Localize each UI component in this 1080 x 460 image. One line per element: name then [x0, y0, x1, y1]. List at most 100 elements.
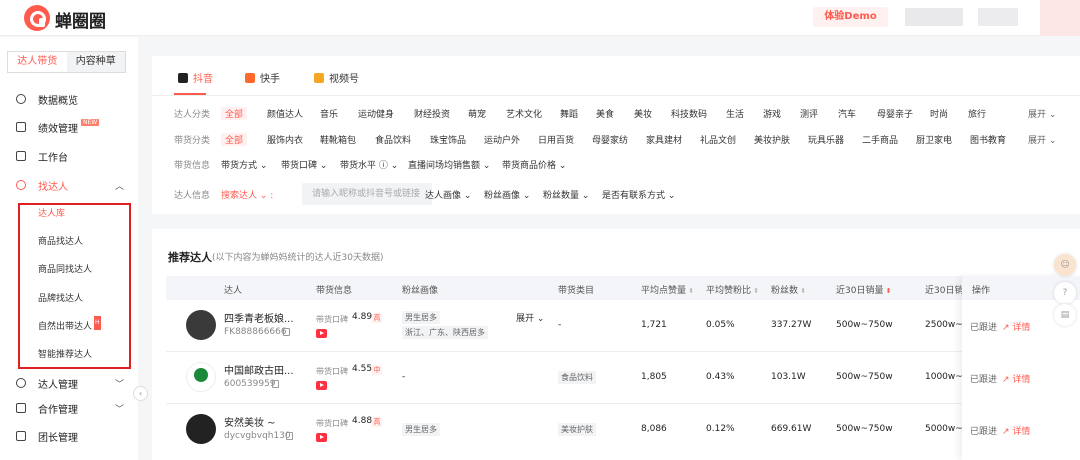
expand-category-button[interactable]: 展开 ⌄ — [1028, 107, 1056, 120]
tab-shipinhao[interactable]: 视频号 — [314, 70, 359, 85]
sales-30d-cell: 500w~750w — [836, 320, 893, 330]
sidebar-item-find-talent[interactable]: 找达人 ︿ — [16, 175, 128, 195]
tab-talent-sales[interactable]: 达人带货 — [8, 52, 67, 72]
table-row[interactable]: 安然美妆 ~ dycvgbvqh130 带货口碑 4.88 高 男生居多 美妆护… — [166, 404, 1070, 456]
filter-option[interactable]: 汽车 — [838, 107, 856, 120]
table-row[interactable]: 中国邮政古田... 600539959 带货口碑 4.55 中 - 食品饮料 1… — [166, 352, 1070, 404]
dropdown-has-contact[interactable]: 是否有联系方式 ⌄ — [602, 188, 675, 201]
logo-text[interactable]: 蝉圈圈 — [55, 7, 106, 32]
expand-fans-button[interactable]: 展开 ⌄ — [516, 311, 544, 324]
filter-option[interactable]: 母婴家纺 — [592, 133, 628, 146]
filter-option[interactable]: 游戏 — [763, 107, 781, 120]
sidebar-item-overview[interactable]: 数据概览 — [16, 89, 128, 109]
talent-name[interactable]: 安然美妆 ~ — [224, 414, 276, 429]
detail-link[interactable]: ↗ 详情 — [1002, 320, 1030, 333]
tab-kuaishou[interactable]: 快手 — [245, 70, 280, 85]
filter-option[interactable]: 财经投资 — [414, 107, 450, 120]
filter-option[interactable]: 美妆护肤 — [754, 133, 790, 146]
avatar[interactable] — [186, 362, 216, 392]
detail-link[interactable]: ↗ 详情 — [1002, 372, 1030, 385]
filter-option[interactable]: 运动健身 — [358, 107, 394, 120]
filter-option[interactable]: 美食 — [596, 107, 614, 120]
tab-douyin[interactable]: 抖音 — [178, 70, 213, 85]
dropdown-talent-profile[interactable]: 达人画像 ⌄ — [425, 188, 471, 201]
account-info-blurred[interactable] — [905, 8, 963, 26]
filter-option[interactable]: 萌宠 — [468, 107, 486, 120]
dropdown-goods-price[interactable]: 带货商品价格 ⌄ — [502, 158, 566, 171]
logo-icon[interactable] — [24, 5, 50, 31]
dropdown-live-sales[interactable]: 直播间场均销售额 ⌄ — [408, 158, 490, 171]
filter-option[interactable]: 珠宝饰品 — [430, 133, 466, 146]
dropdown-fan-profile[interactable]: 粉丝画像 ⌄ — [484, 188, 530, 201]
filter-option[interactable]: 全部 — [221, 133, 248, 146]
filter-option[interactable]: 母婴亲子 — [877, 107, 913, 120]
sidebar-subitem-find-by-brand[interactable]: 品牌找达人 — [38, 292, 83, 306]
sidebar-subitem-find-by-similar-product[interactable]: 商品同找达人 — [38, 263, 92, 277]
table-row[interactable]: 四季青老板娘... FK888866666 带货口碑 4.89 高 男生居多 浙… — [166, 300, 1070, 352]
sidebar-item-performance[interactable]: 绩效管理 NEW — [16, 117, 128, 137]
dropdown-goods-method[interactable]: 带货方式 ⌄ — [221, 158, 267, 171]
talent-name[interactable]: 中国邮政古田... — [224, 362, 294, 377]
search-input[interactable]: 请输入昵称或抖音号或链接 — [302, 183, 432, 205]
column-header-sortable[interactable]: 平均赞粉比 — [706, 283, 759, 296]
sidebar-subitem-smart-recommend[interactable]: 智能推荐达人 — [38, 348, 92, 362]
filter-option[interactable]: 生活 — [726, 107, 744, 120]
expand-goods-category-button[interactable]: 展开 ⌄ — [1028, 133, 1056, 146]
filter-option[interactable]: 厨卫家电 — [916, 133, 952, 146]
collapse-sidebar-button[interactable]: ‹ — [133, 386, 148, 401]
sidebar-item-talent-manage[interactable]: 达人管理 ﹀ — [16, 373, 128, 393]
filter-option[interactable]: 时尚 — [930, 107, 948, 120]
column-header-sortable[interactable]: 近30日销量 — [836, 283, 892, 296]
filter-option[interactable]: 旅行 — [968, 107, 986, 120]
filter-option[interactable]: 鞋靴箱包 — [320, 133, 356, 146]
copy-icon[interactable] — [283, 328, 290, 336]
filter-option[interactable]: 服饰内衣 — [267, 133, 303, 146]
sidebar-subitem-natural-talent[interactable]: 自然出带达人 H — [38, 316, 101, 334]
avatar[interactable] — [186, 310, 216, 340]
filter-option[interactable]: 礼品文创 — [700, 133, 736, 146]
filter-option[interactable]: 美妆 — [634, 107, 652, 120]
copy-icon[interactable] — [286, 432, 293, 440]
sidebar-item-team[interactable]: 团长管理 — [16, 426, 128, 446]
detail-link[interactable]: ↗ 详情 — [1002, 424, 1030, 437]
talent-name[interactable]: 四季青老板娘... — [224, 310, 294, 325]
filter-option[interactable]: 家具建材 — [646, 133, 682, 146]
help-icon[interactable]: ? — [1054, 282, 1076, 304]
sidebar-subitem-find-by-product[interactable]: 商品找达人 — [38, 235, 83, 249]
filter-option[interactable]: 科技数码 — [671, 107, 707, 120]
sidebar-item-workbench[interactable]: 工作台 — [16, 146, 128, 166]
demo-button[interactable]: 体验Demo — [813, 7, 888, 27]
filter-option[interactable]: 运动户外 — [484, 133, 520, 146]
filter-option[interactable]: 颜值达人 — [267, 107, 303, 120]
dropdown-goods-reputation[interactable]: 带货口碑 ⌄ — [281, 158, 327, 171]
filter-option[interactable]: 食品饮料 — [375, 133, 411, 146]
filter-option[interactable]: 艺术文化 — [506, 107, 542, 120]
mascot-assistant-icon[interactable]: ☺ — [1054, 254, 1076, 276]
sidebar-item-label: 合作管理 — [38, 404, 78, 416]
column-header-sortable[interactable]: 平均点赞量 — [641, 283, 694, 296]
filter-option[interactable]: 日用百货 — [538, 133, 574, 146]
douyin-play-icon[interactable] — [316, 381, 327, 390]
copy-icon[interactable] — [272, 380, 279, 388]
filter-option[interactable]: 图书教育 — [970, 133, 1006, 146]
filter-option[interactable]: 音乐 — [320, 107, 338, 120]
user-avatar-blurred[interactable] — [1040, 0, 1080, 36]
dropdown-fan-count[interactable]: 粉丝数量 ⌄ — [543, 188, 589, 201]
avatar[interactable] — [186, 414, 216, 444]
account-menu-blurred[interactable] — [978, 8, 1018, 26]
feedback-icon[interactable]: ▤ — [1054, 304, 1076, 326]
column-header-sortable[interactable]: 粉丝数 — [771, 283, 806, 296]
sidebar-item-cooperation[interactable]: 合作管理 ﹀ — [16, 398, 128, 418]
filter-option[interactable]: 二手商品 — [862, 133, 898, 146]
filter-option[interactable]: 舞蹈 — [560, 107, 578, 120]
dropdown-goods-level[interactable]: 带货水平 ⓘ ⌄ — [340, 158, 398, 171]
filter-option[interactable]: 全部 — [221, 107, 248, 120]
avg-likes-cell: 1,805 — [641, 372, 667, 382]
search-type-dropdown[interactable]: 搜索达人 ⌄ : — [221, 188, 273, 201]
douyin-play-icon[interactable] — [316, 329, 327, 338]
filter-option[interactable]: 玩具乐器 — [808, 133, 844, 146]
tab-content-seeding[interactable]: 内容种草 — [67, 52, 126, 72]
sidebar-subitem-talent-library[interactable]: 达人库 — [38, 207, 65, 221]
filter-option[interactable]: 测评 — [800, 107, 818, 120]
douyin-play-icon[interactable] — [316, 433, 327, 442]
